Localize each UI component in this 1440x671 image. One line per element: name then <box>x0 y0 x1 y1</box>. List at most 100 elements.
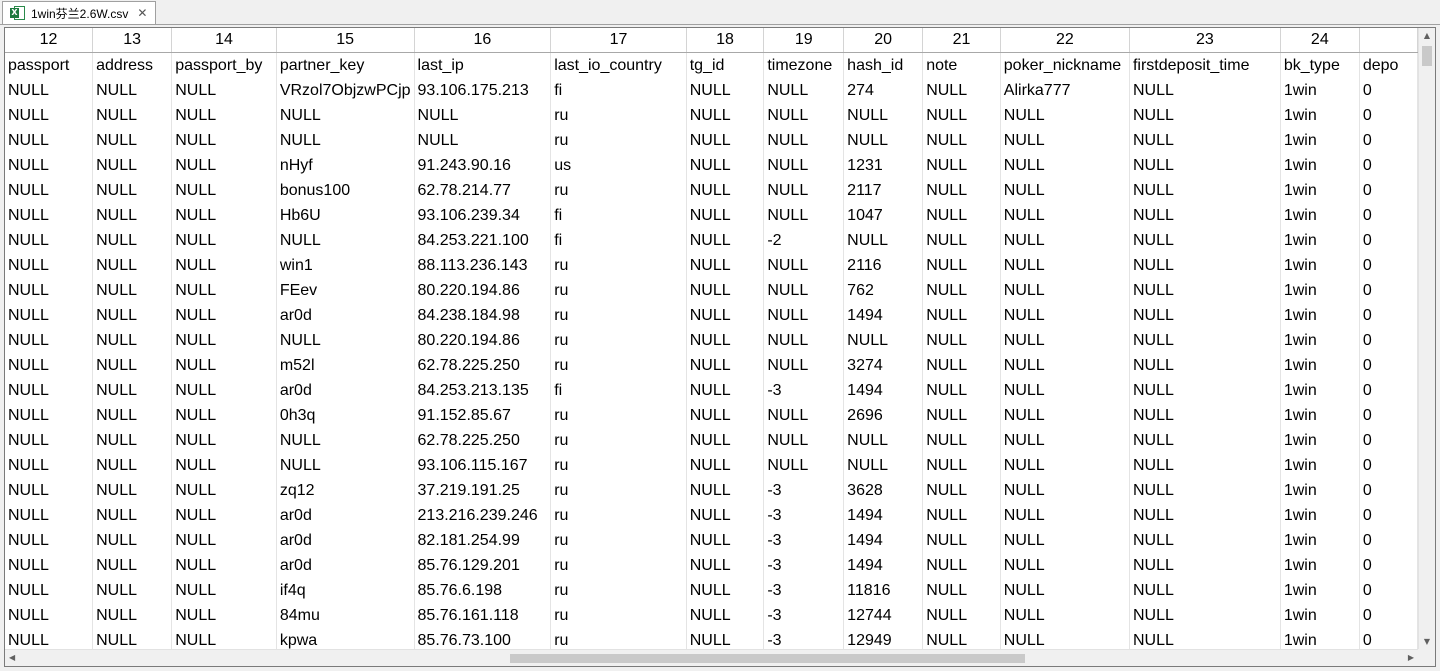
vertical-scroll-thumb[interactable] <box>1422 46 1432 66</box>
table-cell[interactable]: -3 <box>763 378 845 403</box>
table-cell[interactable]: NULL <box>1129 278 1281 303</box>
table-cell[interactable]: 1win <box>1280 178 1360 203</box>
table-cell[interactable]: 1win <box>1280 578 1360 603</box>
table-cell[interactable]: NULL <box>1129 603 1281 628</box>
table-cell[interactable]: win1 <box>276 253 415 278</box>
table-cell[interactable]: 2116 <box>843 253 924 278</box>
table-cell[interactable]: NULL <box>1129 503 1281 528</box>
table-cell[interactable]: NULL <box>171 178 277 203</box>
table-cell[interactable]: NULL <box>922 278 1001 303</box>
table-cell[interactable]: NULL <box>1000 378 1130 403</box>
column-number-header[interactable]: 15 <box>276 28 415 53</box>
table-cell[interactable]: 0 <box>1359 578 1418 603</box>
table-cell[interactable]: NULL <box>5 553 94 578</box>
table-cell[interactable]: NULL <box>1129 303 1281 328</box>
table-cell[interactable]: NULL <box>763 453 845 478</box>
table-cell[interactable]: NULL <box>1000 553 1130 578</box>
table-cell[interactable]: NULL <box>171 228 277 253</box>
table-cell[interactable]: NULL <box>171 278 277 303</box>
table-cell[interactable]: kpwa <box>276 628 415 649</box>
table-cell[interactable]: 0 <box>1359 278 1418 303</box>
table-cell[interactable]: -3 <box>763 503 845 528</box>
table-cell[interactable]: -3 <box>763 528 845 553</box>
table-cell[interactable]: NULL <box>922 78 1001 103</box>
table-cell[interactable]: 0 <box>1359 353 1418 378</box>
table-cell[interactable]: ru <box>550 278 687 303</box>
column-number-header[interactable]: 17 <box>550 28 687 53</box>
field-name-cell[interactable]: partner_key <box>276 52 415 78</box>
table-cell[interactable]: NULL <box>5 503 94 528</box>
table-cell[interactable]: ru <box>550 503 687 528</box>
table-cell[interactable]: ru <box>550 478 687 503</box>
table-cell[interactable]: NULL <box>1129 103 1281 128</box>
table-cell[interactable]: ru <box>550 603 687 628</box>
table-cell[interactable]: NULL <box>92 378 173 403</box>
field-name-cell[interactable]: passport_by <box>171 52 277 78</box>
table-cell[interactable]: if4q <box>276 578 415 603</box>
table-cell[interactable]: 85.76.6.198 <box>414 578 552 603</box>
table-cell[interactable]: NULL <box>171 328 277 353</box>
table-cell[interactable]: NULL <box>1000 253 1130 278</box>
table-cell[interactable]: NULL <box>171 403 277 428</box>
table-cell[interactable]: NULL <box>763 428 845 453</box>
column-number-header[interactable]: 20 <box>843 28 924 53</box>
table-cell[interactable]: 84.253.221.100 <box>414 228 552 253</box>
table-cell[interactable]: 0 <box>1359 503 1418 528</box>
table-cell[interactable]: NULL <box>686 103 765 128</box>
table-cell[interactable]: 0 <box>1359 78 1418 103</box>
table-cell[interactable]: NULL <box>171 203 277 228</box>
table-cell[interactable]: NULL <box>1000 353 1130 378</box>
table-cell[interactable]: -3 <box>763 603 845 628</box>
table-cell[interactable]: NULL <box>92 253 173 278</box>
table-cell[interactable]: 91.243.90.16 <box>414 153 552 178</box>
table-cell[interactable]: 91.152.85.67 <box>414 403 552 428</box>
table-cell[interactable]: NULL <box>1000 203 1130 228</box>
scroll-down-icon[interactable]: ▼ <box>1419 637 1435 646</box>
table-cell[interactable]: NULL <box>171 578 277 603</box>
table-cell[interactable]: NULL <box>1000 178 1130 203</box>
table-cell[interactable]: NULL <box>1000 128 1130 153</box>
table-cell[interactable]: NULL <box>1000 328 1130 353</box>
table-cell[interactable]: ru <box>550 553 687 578</box>
table-cell[interactable]: ru <box>550 453 687 478</box>
table-cell[interactable]: NULL <box>1000 478 1130 503</box>
table-cell[interactable]: NULL <box>1129 578 1281 603</box>
table-cell[interactable]: ru <box>550 303 687 328</box>
table-cell[interactable]: 1win <box>1280 128 1360 153</box>
table-cell[interactable]: NULL <box>92 553 173 578</box>
table-cell[interactable]: 0 <box>1359 403 1418 428</box>
table-cell[interactable]: NULL <box>922 203 1001 228</box>
table-cell[interactable]: NULL <box>5 428 94 453</box>
table-cell[interactable]: NULL <box>1000 303 1130 328</box>
table-cell[interactable]: 1win <box>1280 253 1360 278</box>
column-number-header[interactable]: 18 <box>686 28 765 53</box>
table-cell[interactable]: NULL <box>922 453 1001 478</box>
table-cell[interactable]: 1win <box>1280 478 1360 503</box>
table-cell[interactable]: NULL <box>1129 178 1281 203</box>
table-cell[interactable]: 0 <box>1359 453 1418 478</box>
table-cell[interactable]: NULL <box>5 453 94 478</box>
table-cell[interactable]: NULL <box>686 628 765 649</box>
table-cell[interactable]: 0 <box>1359 228 1418 253</box>
table-cell[interactable]: NULL <box>92 403 173 428</box>
table-cell[interactable]: NULL <box>843 328 924 353</box>
table-cell[interactable]: NULL <box>1000 503 1130 528</box>
table-cell[interactable]: 1win <box>1280 278 1360 303</box>
table-cell[interactable]: NULL <box>92 203 173 228</box>
table-cell[interactable]: NULL <box>922 128 1001 153</box>
table-cell[interactable]: 1win <box>1280 453 1360 478</box>
column-number-header[interactable]: 22 <box>1000 28 1130 53</box>
table-cell[interactable]: NULL <box>922 178 1001 203</box>
table-cell[interactable]: NULL <box>5 378 94 403</box>
table-cell[interactable]: NULL <box>1129 353 1281 378</box>
table-cell[interactable]: NULL <box>1129 403 1281 428</box>
table-cell[interactable]: NULL <box>922 103 1001 128</box>
table-cell[interactable]: 0 <box>1359 603 1418 628</box>
table-cell[interactable]: 1win <box>1280 503 1360 528</box>
table-cell[interactable]: NULL <box>92 353 173 378</box>
table-cell[interactable]: NULL <box>686 228 765 253</box>
table-cell[interactable]: NULL <box>1129 328 1281 353</box>
table-cell[interactable]: NULL <box>276 328 415 353</box>
field-name-cell[interactable]: hash_id <box>843 52 924 78</box>
table-cell[interactable]: NULL <box>5 578 94 603</box>
